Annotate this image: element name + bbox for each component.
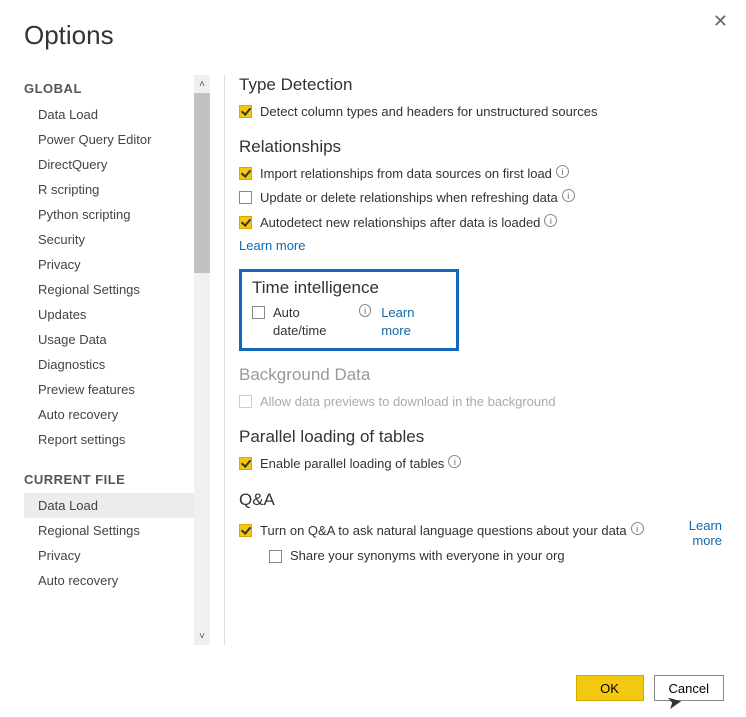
heading-parallel-loading: Parallel loading of tables [239,427,722,447]
label-share-synonyms: Share your synonyms with everyone in you… [290,548,565,563]
scrollbar-track[interactable]: ˄ ˅ [194,75,210,645]
sidebar-item-global-privacy[interactable]: Privacy [24,252,194,277]
sidebar-item-global-regional-settings[interactable]: Regional Settings [24,277,194,302]
sidebar-item-diagnostics[interactable]: Diagnostics [24,352,194,377]
link-learn-more-qa[interactable]: Learn more [689,518,722,548]
options-dialog: ✕ Options GLOBAL Data Load Power Query E… [0,0,746,717]
ok-button[interactable]: OK [576,675,644,701]
section-qa: Q&A Turn on Q&A to ask natural language … [239,490,722,563]
sidebar-item-current-auto-recovery[interactable]: Auto recovery [24,568,194,593]
sidebar-item-global-data-load[interactable]: Data Load [24,102,194,127]
label-parallel-loading: Enable parallel loading of tables [260,455,444,473]
scrollbar-thumb[interactable] [194,93,210,273]
checkbox-allow-previews [239,395,252,408]
sidebar-item-directquery[interactable]: DirectQuery [24,152,194,177]
sidebar-item-usage-data[interactable]: Usage Data [24,327,194,352]
dialog-title: Options [24,20,732,51]
sidebar-item-power-query-editor[interactable]: Power Query Editor [24,127,194,152]
link-learn-more-relationships[interactable]: Learn more [239,238,305,253]
label-detect-column-types: Detect column types and headers for unst… [260,103,597,121]
checkbox-import-relationships[interactable] [239,167,252,180]
sidebar-item-python-scripting[interactable]: Python scripting [24,202,194,227]
sidebar-item-global-auto-recovery[interactable]: Auto recovery [24,402,194,427]
info-icon[interactable] [359,304,372,317]
label-update-relationships: Update or delete relationships when refr… [260,189,558,207]
content-pane: Type Detection Detect column types and h… [239,75,732,645]
info-icon[interactable] [544,214,557,227]
sidebar-item-security[interactable]: Security [24,227,194,252]
section-time-intelligence-highlighted: Time intelligence Auto date/time Learn m… [239,269,459,351]
sidebar-item-r-scripting[interactable]: R scripting [24,177,194,202]
info-icon[interactable] [631,522,644,535]
label-import-relationships: Import relationships from data sources o… [260,165,552,183]
cancel-button[interactable]: Cancel [654,675,724,701]
sidebar-category-current-file: CURRENT FILE [24,472,194,487]
section-parallel-loading: Parallel loading of tables Enable parall… [239,427,722,473]
checkbox-detect-column-types[interactable] [239,105,252,118]
sidebar-item-current-data-load[interactable]: Data Load [24,493,194,518]
label-autodetect-relationships: Autodetect new relationships after data … [260,214,540,232]
section-background-data: Background Data Allow data previews to d… [239,365,722,411]
scrollbar-down-icon[interactable]: ˅ [194,627,210,645]
checkbox-auto-date-time[interactable] [252,306,265,319]
heading-relationships: Relationships [239,137,722,157]
divider [224,75,225,645]
heading-time-intelligence: Time intelligence [252,278,446,298]
heading-qa: Q&A [239,490,722,510]
checkbox-parallel-loading[interactable] [239,457,252,470]
checkbox-update-relationships[interactable] [239,191,252,204]
info-icon[interactable] [562,189,575,202]
close-icon[interactable]: ✕ [709,8,732,34]
checkbox-autodetect-relationships[interactable] [239,216,252,229]
heading-background-data: Background Data [239,365,722,385]
checkbox-share-synonyms[interactable] [269,550,282,563]
sidebar-item-current-regional-settings[interactable]: Regional Settings [24,518,194,543]
checkbox-turn-on-qa[interactable] [239,524,252,537]
info-icon[interactable] [556,165,569,178]
sidebar: GLOBAL Data Load Power Query Editor Dire… [24,75,210,645]
sidebar-item-updates[interactable]: Updates [24,302,194,327]
sidebar-category-global: GLOBAL [24,81,194,96]
dialog-footer: OK Cancel [576,675,724,701]
sidebar-item-preview-features[interactable]: Preview features [24,377,194,402]
heading-type-detection: Type Detection [239,75,722,95]
label-turn-on-qa: Turn on Q&A to ask natural language ques… [260,522,627,540]
sidebar-item-report-settings[interactable]: Report settings [24,427,194,452]
label-allow-previews: Allow data previews to download in the b… [260,393,556,411]
scrollbar-up-icon[interactable]: ˄ [194,75,210,93]
sidebar-item-current-privacy[interactable]: Privacy [24,543,194,568]
section-relationships: Relationships Import relationships from … [239,137,722,253]
section-type-detection: Type Detection Detect column types and h… [239,75,722,121]
label-auto-date-time: Auto date/time [273,304,355,340]
info-icon[interactable] [448,455,461,468]
link-learn-more-time-intelligence[interactable]: Learn more [381,304,446,340]
